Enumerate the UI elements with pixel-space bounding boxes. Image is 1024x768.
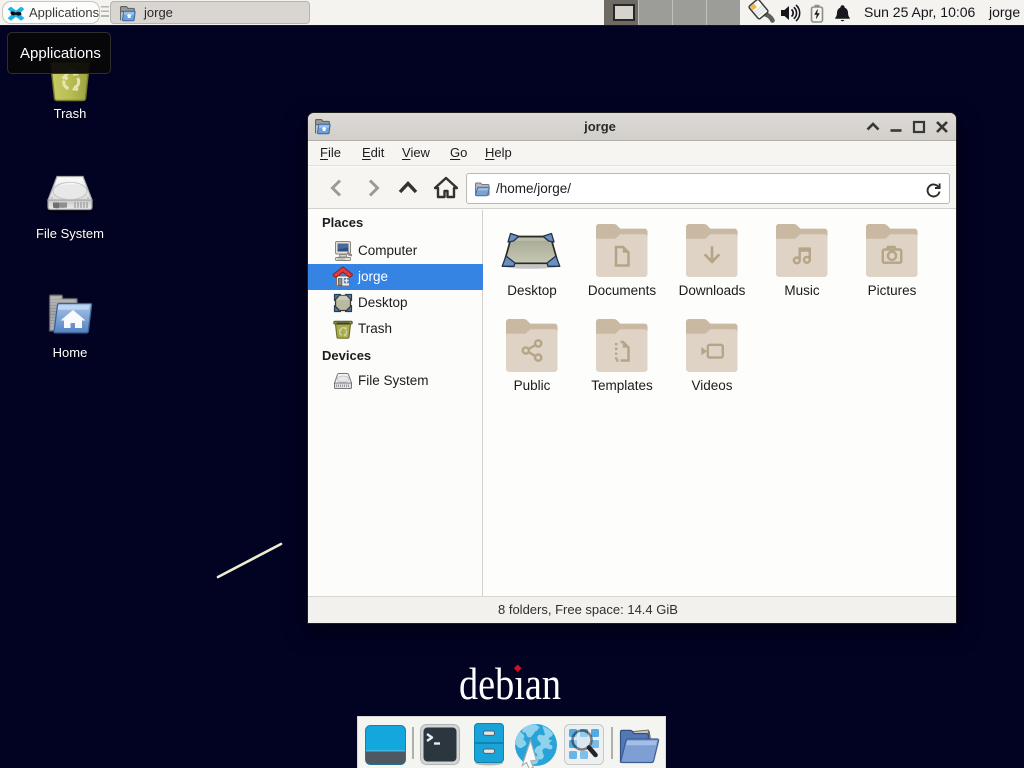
svg-text:debıan: debıan xyxy=(459,658,561,708)
